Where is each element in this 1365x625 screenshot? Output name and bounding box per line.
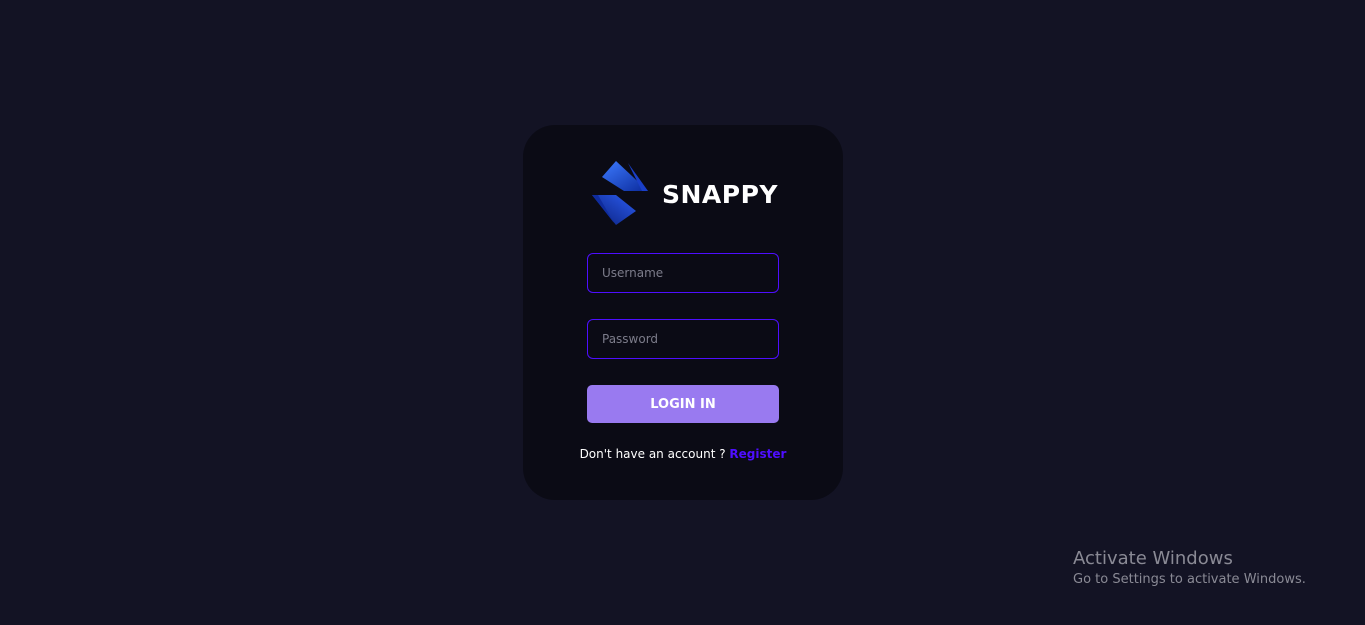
brand: snappy bbox=[523, 161, 843, 227]
login-card: snappy Login In Don't have an account ? … bbox=[523, 125, 843, 500]
login-button[interactable]: Login In bbox=[587, 385, 779, 423]
watermark-subtitle: Go to Settings to activate Windows. bbox=[1073, 572, 1306, 587]
snappy-s-logo-icon bbox=[591, 161, 648, 225]
register-prompt-text: Don't have an account ? bbox=[579, 447, 730, 461]
password-input[interactable] bbox=[587, 319, 779, 359]
brand-name: snappy bbox=[661, 179, 779, 209]
register-prompt-line: Don't have an account ? Register bbox=[523, 447, 843, 461]
username-input[interactable] bbox=[587, 253, 779, 293]
windows-activation-watermark: Activate Windows Go to Settings to activ… bbox=[1073, 548, 1306, 590]
watermark-title: Activate Windows bbox=[1073, 548, 1233, 569]
register-link[interactable]: Register bbox=[729, 447, 786, 461]
